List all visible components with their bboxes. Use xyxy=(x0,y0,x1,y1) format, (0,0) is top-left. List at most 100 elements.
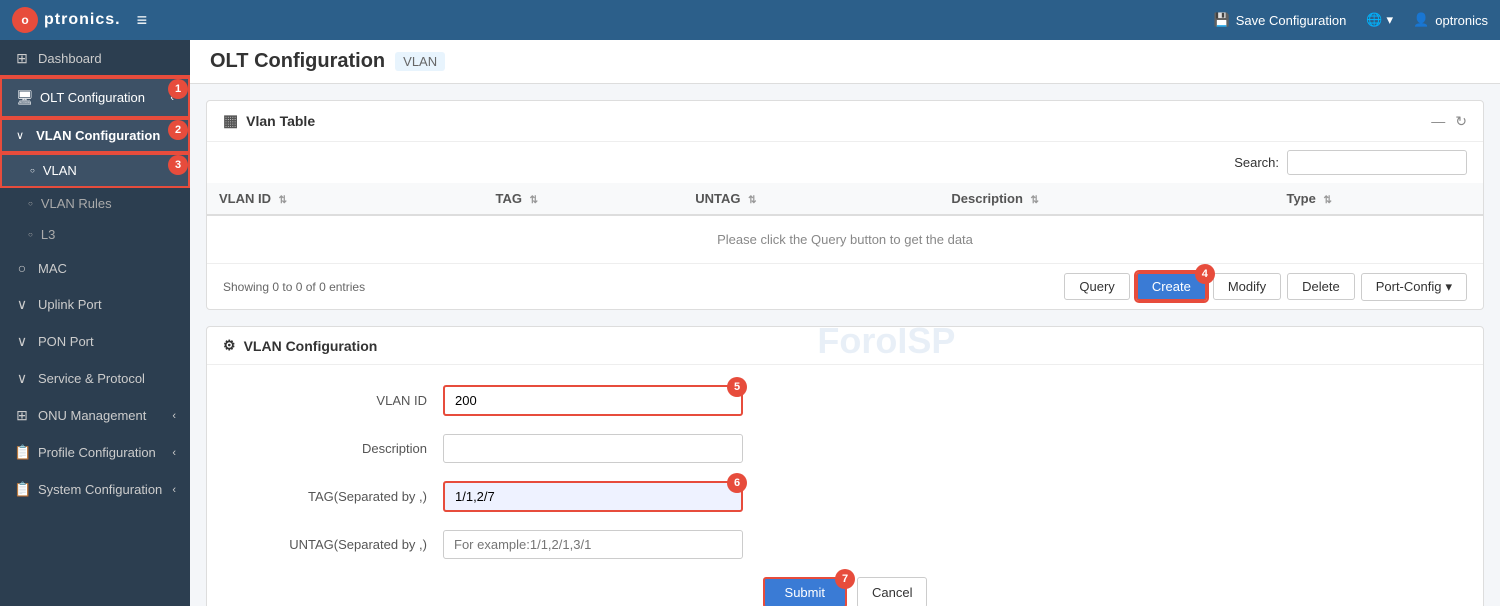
port-config-button[interactable]: Port-Config ▾ xyxy=(1361,273,1467,301)
logo-text: ptronics. xyxy=(44,11,121,29)
sidebar-label-uplink-port: Uplink Port xyxy=(38,297,176,312)
form-row-tag: TAG(Separated by ,) 6 xyxy=(247,481,1443,512)
form-body: VLAN ID 5 Description TAG(Separated by ,… xyxy=(207,365,1483,606)
col-tag: TAG ⇅ xyxy=(483,183,683,215)
sidebar-item-pon-port[interactable]: ∨ PON Port xyxy=(0,323,190,360)
monitor-icon: 🖥 xyxy=(16,89,32,106)
content-area: ForoISP OLT Configuration VLAN ▦ Vlan Ta… xyxy=(190,40,1500,606)
sidebar-label-dashboard: Dashboard xyxy=(38,51,176,66)
untag-input[interactable] xyxy=(443,530,743,559)
port-config-label: Port-Config xyxy=(1376,279,1442,294)
logo: o ptronics. xyxy=(12,7,121,33)
sidebar-item-profile-config[interactable]: 📋 Profile Configuration ‹ xyxy=(0,434,190,471)
form-row-vlan-id: VLAN ID 5 xyxy=(247,385,1443,416)
user-label: optronics xyxy=(1435,13,1488,28)
vlan-id-input[interactable] xyxy=(443,385,743,416)
table-footer: Showing 0 to 0 of 0 entries Query Create… xyxy=(207,264,1483,309)
table-toolbar: Search: xyxy=(207,142,1483,183)
description-input[interactable] xyxy=(443,434,743,463)
sort-icon-vlan-id: ⇅ xyxy=(279,195,287,206)
form-card-title: VLAN Configuration xyxy=(244,338,378,354)
form-card-header: ⚙ VLAN Configuration xyxy=(207,327,1483,365)
sidebar-item-dashboard[interactable]: ⊞ Dashboard xyxy=(0,40,190,77)
col-untag: UNTAG ⇅ xyxy=(683,183,939,215)
card-header: ▦ Vlan Table — ↻ xyxy=(207,101,1483,142)
page-title: OLT Configuration xyxy=(210,50,385,73)
vlan-form-card: ⚙ VLAN Configuration VLAN ID 5 Descripti… xyxy=(206,326,1484,606)
col-type: Type ⇅ xyxy=(1274,183,1483,215)
sort-icon-tag: ⇅ xyxy=(530,195,538,206)
sidebar-item-vlan-config[interactable]: ∨ VLAN Configuration xyxy=(0,118,190,153)
user-icon: 👤 xyxy=(1413,12,1429,28)
sidebar-item-vlan-rules[interactable]: ○ VLAN Rules xyxy=(0,188,190,219)
vlan-table: VLAN ID ⇅ TAG ⇅ UNTAG ⇅ Description ⇅ Ty… xyxy=(207,183,1483,264)
card-header-right: — ↻ xyxy=(1431,113,1467,130)
save-icon: 💾 xyxy=(1214,12,1230,28)
sidebar-label-onu-management: ONU Management xyxy=(38,408,164,423)
main-layout: ⊞ Dashboard 🖥 OLT Configuration ‹ 1 ∨ VL… xyxy=(0,40,1500,606)
vlan-id-label: VLAN ID xyxy=(247,393,427,408)
mac-icon: ○ xyxy=(14,260,30,276)
table-icon: ▦ xyxy=(223,111,238,131)
save-label: Save Configuration xyxy=(1236,13,1347,28)
dashboard-icon: ⊞ xyxy=(14,50,30,67)
sidebar-item-l3[interactable]: ○ L3 xyxy=(0,219,190,250)
save-config-button[interactable]: 💾 Save Configuration xyxy=(1214,12,1347,28)
table-empty-message: Please click the Query button to get the… xyxy=(207,215,1483,264)
showing-text: Showing 0 to 0 of 0 entries xyxy=(223,280,365,294)
sidebar-item-vlan[interactable]: ○ VLAN xyxy=(0,153,190,188)
vlan-table-card: ▦ Vlan Table — ↻ Search: xyxy=(206,100,1484,310)
uplink-icon: ∨ xyxy=(14,296,30,313)
hamburger-button[interactable]: ≡ xyxy=(137,10,148,31)
sort-icon-untag: ⇅ xyxy=(748,195,756,206)
sort-icon-type: ⇅ xyxy=(1323,195,1331,206)
sidebar-label-pon-port: PON Port xyxy=(38,334,176,349)
sidebar-label-system-config: System Configuration xyxy=(38,482,164,497)
navbar: o ptronics. ≡ 💾 Save Configuration 🌐 ▾ 👤… xyxy=(0,0,1500,40)
sort-icon-desc: ⇅ xyxy=(1031,195,1039,206)
annotation-badge-2: 2 xyxy=(168,120,188,140)
onu-arrow-icon: ‹ xyxy=(172,410,176,422)
minimize-icon[interactable]: — xyxy=(1431,113,1445,129)
dot-icon: ○ xyxy=(30,166,35,175)
form-actions: Submit 7 Cancel xyxy=(247,577,1443,606)
annotation-badge-5: 5 xyxy=(727,377,747,397)
search-input[interactable] xyxy=(1287,150,1467,175)
untag-label: UNTAG(Separated by ,) xyxy=(247,537,427,552)
sidebar-label-l3: L3 xyxy=(41,227,55,242)
modify-button[interactable]: Modify xyxy=(1213,273,1281,300)
dot-icon-rules: ○ xyxy=(28,199,33,208)
annotation-badge-1: 1 xyxy=(168,79,188,99)
table-body: Please click the Query button to get the… xyxy=(207,215,1483,264)
annotation-badge-7: 7 xyxy=(835,569,855,589)
sidebar-item-olt-config[interactable]: 🖥 OLT Configuration ‹ xyxy=(0,77,190,118)
delete-button[interactable]: Delete xyxy=(1287,273,1355,300)
lang-arrow: ▾ xyxy=(1387,12,1394,28)
card-header-left: ▦ Vlan Table xyxy=(223,111,315,131)
page-header: OLT Configuration VLAN xyxy=(190,40,1500,84)
annotation-badge-3: 3 xyxy=(168,155,188,175)
description-label: Description xyxy=(247,441,427,456)
annotation-badge-6: 6 xyxy=(727,473,747,493)
user-menu[interactable]: 👤 optronics xyxy=(1413,12,1488,28)
annotation-badge-4: 4 xyxy=(1195,264,1215,284)
dot-icon-l3: ○ xyxy=(28,230,33,239)
query-button[interactable]: Query xyxy=(1064,273,1129,300)
sidebar-item-onu-management[interactable]: ⊞ ONU Management ‹ xyxy=(0,397,190,434)
col-vlan-id: VLAN ID ⇅ xyxy=(207,183,483,215)
cancel-button[interactable]: Cancel xyxy=(857,577,927,606)
system-arrow-icon: ‹ xyxy=(172,484,176,496)
form-row-untag: UNTAG(Separated by ,) xyxy=(247,530,1443,559)
sidebar-item-service-protocol[interactable]: ∨ Service & Protocol xyxy=(0,360,190,397)
service-icon: ∨ xyxy=(14,370,30,387)
system-icon: 📋 xyxy=(14,481,30,498)
tag-input[interactable] xyxy=(443,481,743,512)
profile-arrow-icon: ‹ xyxy=(172,447,176,459)
refresh-icon[interactable]: ↻ xyxy=(1455,113,1467,130)
sidebar-item-mac[interactable]: ○ MAC xyxy=(0,250,190,286)
language-selector[interactable]: 🌐 ▾ xyxy=(1366,12,1393,28)
tag-label: TAG(Separated by ,) xyxy=(247,489,427,504)
sidebar-item-system-config[interactable]: 📋 System Configuration ‹ xyxy=(0,471,190,508)
sidebar-item-uplink-port[interactable]: ∨ Uplink Port xyxy=(0,286,190,323)
form-row-description: Description xyxy=(247,434,1443,463)
